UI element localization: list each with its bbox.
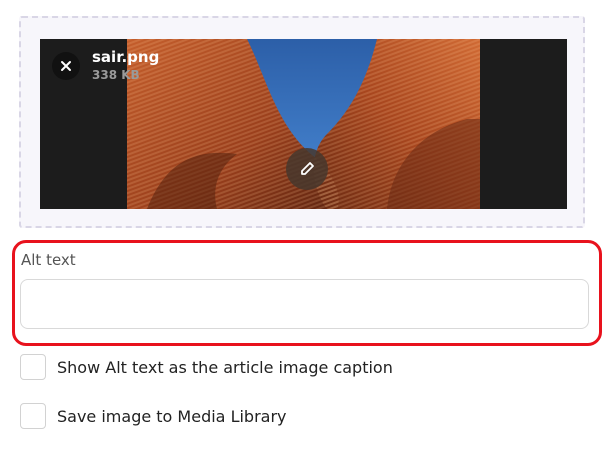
save-to-media-library-label: Save image to Media Library: [57, 406, 287, 426]
show-alt-caption-label: Show Alt text as the article image capti…: [57, 357, 393, 377]
remove-image-button[interactable]: [52, 52, 80, 80]
close-icon: [61, 61, 71, 71]
alt-text-input[interactable]: [20, 279, 589, 329]
edit-image-button[interactable]: [286, 148, 328, 190]
pencil-icon: [301, 162, 314, 175]
show-alt-caption-option[interactable]: Show Alt text as the article image capti…: [20, 354, 393, 380]
save-to-media-library-checkbox[interactable]: [20, 403, 46, 429]
image-upload-panel: sair.png 338 KB Alt text Show Alt text a…: [0, 0, 613, 466]
alt-text-label: Alt text: [21, 251, 76, 269]
save-to-media-library-option[interactable]: Save image to Media Library: [20, 403, 287, 429]
file-name: sair.png: [92, 48, 160, 66]
show-alt-caption-checkbox[interactable]: [20, 354, 46, 380]
file-size: 338 KB: [92, 68, 140, 82]
